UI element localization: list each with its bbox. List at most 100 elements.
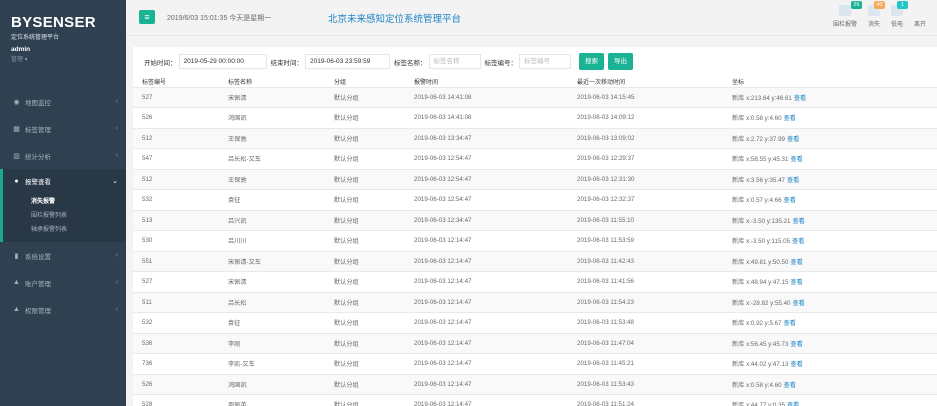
coordinate-text: 新库 x:0.58 y:4.60	[732, 115, 782, 123]
coordinate-text: 新库 x:-28.82 y:55.40	[732, 299, 791, 307]
view-link[interactable]: 查看	[784, 382, 796, 389]
sidebar-item-statistics[interactable]: ▥ 统计分析 ‹	[0, 142, 126, 169]
cell-coordinates: 新库 x:-3.50 y:115.05 查看	[723, 230, 937, 252]
cell-tag-name: 周佩英	[219, 394, 325, 406]
cell-last-move-time: 2019-06-03 11:41:56	[568, 271, 723, 293]
sidebar-item-system-settings[interactable]: ▮ 系统设置 ‹	[0, 242, 126, 269]
view-link[interactable]: 查看	[790, 259, 802, 266]
coordinate-text: 新库 x:48.94 y:47.15	[732, 279, 789, 287]
location-icon: ◉	[13, 98, 20, 106]
cell-last-move-time: 2019-06-03 12:31:30	[568, 169, 723, 190]
search-button[interactable]: 搜索	[579, 53, 604, 70]
cell-last-move-time: 2019-06-03 11:45:21	[568, 353, 723, 375]
start-time-input[interactable]: 2019-05-29 00:00:00	[178, 54, 267, 69]
fence-alarm-shortcut[interactable]: 26 围栏报警	[833, 1, 862, 28]
cell-group: 默认分组	[325, 210, 405, 231]
cell-last-move-time: 2019-06-03 11:53:48	[568, 312, 723, 334]
table-row: 530 吕川川 默认分组 2019-06-03 12:14:47 2019-06-03 …	[133, 230, 937, 252]
low-battery-label: 低电	[890, 22, 903, 28]
sidebar-item-account-manage[interactable]: ▲ 账户管理 ‹	[0, 269, 126, 296]
cell-tag-name: 李凯-又车	[219, 353, 325, 375]
coordinate-text: 新库 x:-3.50 y:115.05	[732, 238, 791, 246]
bar-chart-icon: ▥	[13, 152, 20, 160]
cell-group: 默认分组	[325, 353, 405, 375]
sidebar-item-alarm-view[interactable]: ● 报警查看 ⌄	[0, 169, 126, 193]
end-time-input[interactable]: 2019-06-03 23:59:59	[305, 54, 390, 69]
tag-id-input[interactable]: 标签编号	[519, 54, 571, 69]
chevron-left-icon: ‹	[115, 252, 118, 259]
cell-tag-name: 王保驰	[219, 169, 325, 190]
cell-tag-id: 513	[133, 210, 219, 231]
cell-coordinates: 新库 x:58.55 y:45.31 查看	[723, 148, 937, 170]
user-name[interactable]: admin	[11, 46, 126, 53]
column-header-alarm-time[interactable]: 报警时间	[405, 76, 568, 88]
sidebar-subitem-fence-alarm-list[interactable]: 围栏报警列表	[3, 209, 126, 223]
menu-toggle-button[interactable]: ≡	[139, 10, 155, 24]
view-link[interactable]: 查看	[787, 136, 799, 143]
cell-tag-name: 鸿国凯	[219, 374, 325, 395]
table-row: 547 吕长松-又车 默认分组 2019-06-03 12:54:47 2019-06-…	[133, 148, 937, 170]
view-link[interactable]: 查看	[790, 361, 802, 368]
view-link[interactable]: 查看	[790, 341, 802, 348]
column-header-tag-name[interactable]: 标签名称	[219, 76, 325, 88]
cell-last-move-time: 2019-06-03 13:09:02	[568, 128, 723, 149]
disappear-alarm-shortcut[interactable]: 40 消失	[867, 1, 885, 28]
leave-shortcut[interactable]: 离开	[914, 19, 926, 28]
cell-alarm-time: 2019-06-03 12:54:47	[405, 189, 568, 211]
sidebar-item-map-monitor[interactable]: ◉ 地图监控 ‹	[0, 88, 126, 115]
view-link[interactable]: 查看	[794, 95, 806, 102]
brand-title: BYSENSER	[11, 14, 96, 31]
view-link[interactable]: 查看	[784, 115, 796, 122]
cell-last-move-time: 2019-06-03 12:32:37	[568, 189, 723, 211]
view-link[interactable]: 查看	[784, 197, 796, 204]
table-row: 736 李凯-又车 默认分组 2019-06-03 12:14:47 2019-06-0…	[133, 353, 937, 375]
sidebar-subitem-bearing-alarm-list[interactable]: 轴承报警列表	[3, 223, 126, 237]
sidebar-item-label: 统计分析	[25, 153, 51, 161]
table-row: 536 李刚 默认分组 2019-06-03 12:14:47 2019-06-03 1…	[133, 333, 937, 354]
sidebar-item-label: 报警查看	[25, 179, 51, 186]
tag-name-input[interactable]: 标签名称	[428, 54, 481, 69]
coordinate-text: 新库 x:56.45 y:45.73	[732, 340, 789, 348]
sidebar-item-tag-manage[interactable]: ▦ 标签管理 ‹	[0, 115, 126, 142]
view-link[interactable]: 查看	[790, 279, 802, 286]
view-link[interactable]: 查看	[792, 238, 804, 245]
view-link[interactable]: 查看	[787, 402, 799, 406]
view-link[interactable]: 查看	[787, 177, 799, 184]
low-battery-shortcut[interactable]: 1 低电	[890, 1, 908, 28]
export-button[interactable]: 导出	[608, 53, 633, 70]
column-header-tag-id[interactable]: 标签编号	[133, 76, 219, 88]
disappear-alarm-label: 消失	[867, 22, 880, 28]
cell-tag-id: 536	[133, 333, 219, 354]
chevron-left-icon: ‹	[115, 152, 118, 159]
view-link[interactable]: 查看	[792, 300, 804, 307]
sidebar-subitem-disappear-alarm[interactable]: 消失报警	[3, 195, 126, 209]
column-header-group[interactable]: 分组	[325, 76, 405, 88]
cell-tag-id: 547	[133, 148, 219, 170]
cell-tag-name: 吕川川	[219, 230, 325, 252]
cell-coordinates: 新库 x:0.92 y:5.67 查看	[723, 312, 937, 334]
cell-tag-id: 528	[133, 394, 219, 406]
brand-block: BYSENSER 定位系统管理平台 admin 管理 ▾	[0, 0, 126, 88]
chevron-left-icon: ‹	[115, 306, 118, 313]
lock-icon: ▲	[13, 306, 20, 313]
dot-icon: ●	[14, 177, 19, 185]
view-link[interactable]: 查看	[792, 218, 804, 225]
chevron-left-icon: ‹	[115, 279, 118, 286]
coordinate-text: 新库 x:44.02 y:47.13	[732, 361, 789, 369]
cell-coordinates: 新库 x:44.77 y:0.35 查看	[723, 394, 937, 406]
user-role-dropdown[interactable]: 管理 ▾	[11, 54, 126, 63]
table-row: 527 宋佩清 默认分组 2019-06-03 14:41:08 2019-06-03 …	[133, 87, 937, 108]
sidebar-item-label: 系统设置	[25, 253, 51, 261]
table-row: 513 吕兴凯 默认分组 2019-06-03 12:34:47 2019-06-03 …	[133, 210, 937, 231]
sidebar-item-permission-manage[interactable]: ▲ 权限管理 ‹	[0, 296, 126, 323]
view-link[interactable]: 查看	[784, 320, 796, 327]
settings-icon: ▮	[14, 252, 19, 260]
main-content: 开始时间： 2019-05-29 00:00:00 结束时间： 2019-06-…	[133, 47, 937, 406]
cell-tag-name: 李刚	[219, 333, 325, 354]
view-link[interactable]: 查看	[790, 156, 802, 163]
column-header-coordinates[interactable]: 坐标	[723, 76, 937, 88]
leave-label: 离开	[913, 22, 926, 28]
cell-tag-name: 吕兴凯	[219, 210, 325, 231]
cell-alarm-time: 2019-06-03 12:14:47	[405, 251, 568, 272]
column-header-last-move-time[interactable]: 最近一次移动时间	[568, 76, 723, 88]
